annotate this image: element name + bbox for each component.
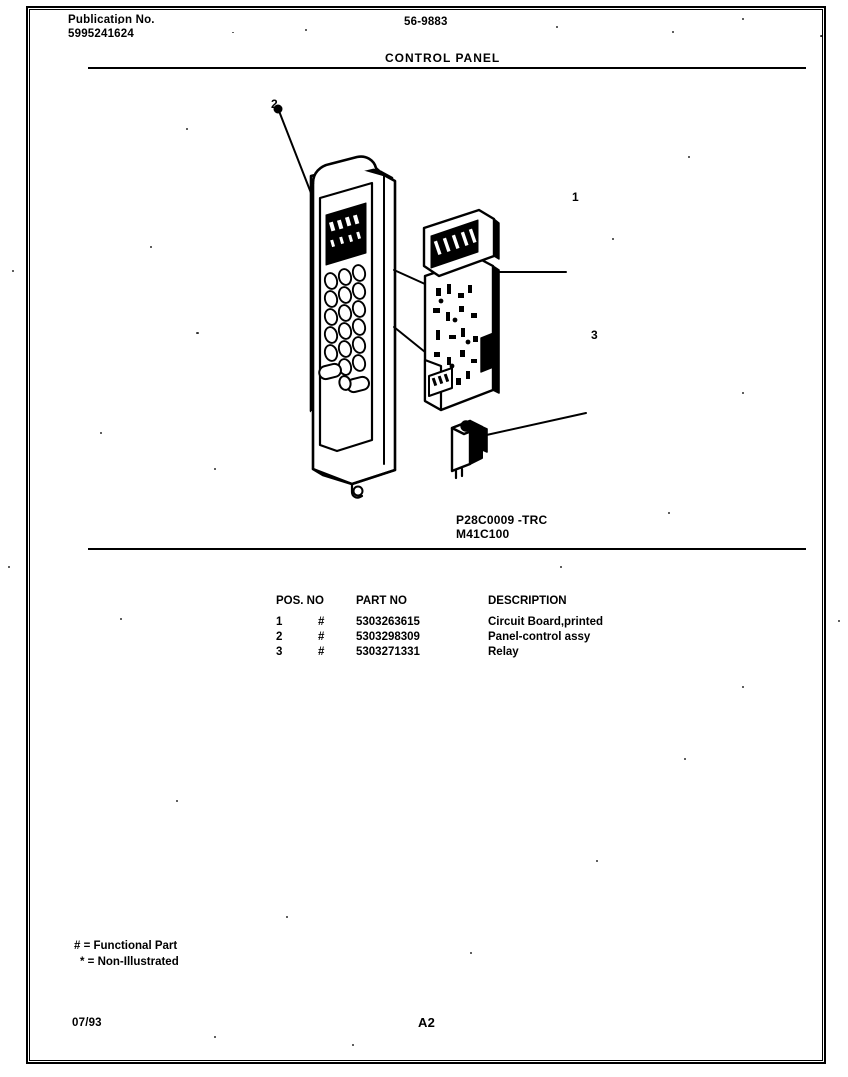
scan-artifact (352, 1044, 354, 1046)
assembly-code-primary: P28C0009 -TRC (456, 513, 548, 527)
table-row: 3 # 5303271331 Relay (276, 646, 603, 661)
footer-date: 07/93 (72, 1017, 102, 1029)
scan-artifact (612, 238, 614, 240)
cell-flag: # (318, 646, 325, 658)
table-header-row: POS. NO PART NO DESCRIPTION (276, 595, 603, 616)
publication-number: 5995241624 (68, 28, 134, 40)
cell-part-no: 5303271331 (356, 646, 420, 658)
figure-divider (88, 548, 806, 550)
scan-artifact (684, 758, 686, 760)
header-divider (88, 67, 806, 69)
exploded-assembly-diagram (0, 80, 848, 540)
cell-pos-no: 3 (276, 646, 283, 658)
column-header-part-no: PART NO (356, 595, 407, 607)
scan-artifact (560, 566, 562, 568)
column-header-description: DESCRIPTION (488, 595, 567, 607)
circuit-board-illustration (422, 208, 500, 412)
scan-artifact (470, 952, 472, 954)
scan-artifact (214, 1036, 216, 1038)
parts-list-table: POS. NO PART NO DESCRIPTION 1 # 53032636… (276, 595, 603, 661)
cell-description: Relay (488, 646, 519, 658)
scan-artifact (556, 26, 558, 28)
scan-artifact (305, 29, 307, 31)
scan-artifact (118, 22, 120, 24)
scan-artifact (196, 332, 199, 334)
cell-flag: # (318, 631, 325, 643)
scan-artifact (742, 392, 744, 394)
table-row: 1 # 5303263615 Circuit Board,printed (276, 616, 603, 631)
legend: # = Functional Part * = Non-Illustrated (74, 938, 179, 970)
scan-artifact (176, 800, 178, 802)
legend-non-illustrated: * = Non-Illustrated (80, 956, 179, 968)
legend-functional-part: # = Functional Part (74, 940, 178, 952)
scan-artifact (688, 156, 690, 158)
scan-artifact (120, 618, 122, 620)
parts-catalog-page: Publication No. 5995241624 56-9883 CONTR… (0, 0, 848, 1077)
scan-artifact (742, 18, 744, 20)
callout-number-3: 3 (591, 328, 598, 342)
scan-artifact (668, 512, 670, 514)
cell-description: Panel-control assy (488, 631, 591, 643)
scan-artifact (150, 246, 152, 248)
table-row: 2 # 5303298309 Panel-control assy (276, 631, 603, 646)
cell-flag: # (318, 616, 325, 628)
cell-part-no: 5303263615 (356, 616, 420, 628)
page-title: CONTROL PANEL (385, 51, 501, 65)
scan-artifact (742, 686, 744, 688)
panel-control-assembly-illustration (309, 155, 397, 499)
scan-artifact (286, 916, 288, 918)
relay-illustration (450, 419, 488, 480)
callout-number-2: 2 (271, 97, 278, 111)
scan-artifact (596, 860, 598, 862)
scan-artifact (820, 35, 823, 37)
scan-artifact (100, 432, 102, 434)
scan-artifact (12, 270, 14, 272)
scan-artifact (214, 468, 216, 470)
scan-artifact (8, 566, 10, 568)
cell-pos-no: 2 (276, 631, 283, 643)
cell-pos-no: 1 (276, 616, 283, 628)
assembly-code-secondary: M41C100 (456, 527, 510, 541)
scan-artifact (186, 128, 188, 130)
cell-part-no: 5303298309 (356, 631, 420, 643)
callout-number-1: 1 (572, 190, 579, 204)
model-number: 56-9883 (404, 16, 448, 28)
column-header-pos-no: POS. NO (276, 595, 324, 607)
scan-artifact (232, 32, 234, 33)
scan-artifact (838, 620, 840, 622)
publication-label: Publication No. (68, 14, 155, 26)
footer-page-number: A2 (418, 1015, 436, 1030)
scan-artifact (672, 31, 674, 33)
cell-description: Circuit Board,printed (488, 616, 604, 628)
